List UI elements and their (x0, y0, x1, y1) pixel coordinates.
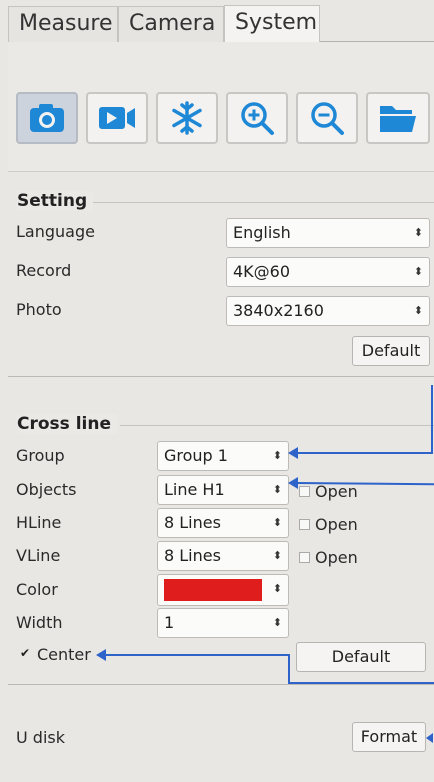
color-swatch (164, 579, 262, 601)
setting-group-title: Setting (17, 191, 94, 211)
udisk-label: U disk (16, 728, 65, 747)
record-video-button[interactable] (86, 92, 148, 144)
freeze-button[interactable] (156, 92, 218, 144)
format-button[interactable]: Format (352, 722, 426, 752)
vline-open-checkbox[interactable] (299, 552, 310, 563)
center-label: Center (37, 645, 91, 664)
updown-arrow-icon: ⬍ (272, 616, 282, 629)
tab-measure[interactable]: Measure (8, 6, 118, 42)
updown-arrow-icon: ⬍ (272, 582, 282, 595)
photo-label: Photo (16, 300, 62, 319)
vline-select[interactable]: 8 Lines ⬍ (157, 541, 289, 571)
record-select[interactable]: 4K@60 ⬍ (226, 257, 430, 287)
width-select[interactable]: 1 ⬍ (157, 608, 289, 638)
width-value: 1 (164, 613, 175, 632)
vline-open-label: Open (315, 548, 358, 567)
updown-arrow-icon: ⬍ (272, 516, 282, 529)
updown-arrow-icon: ⬍ (413, 265, 423, 278)
zoom-in-icon (241, 102, 274, 135)
language-select[interactable]: English ⬍ (226, 218, 430, 248)
record-label: Record (16, 261, 72, 280)
tab-system[interactable]: System (224, 5, 320, 42)
hline-label: HLine (16, 513, 62, 532)
updown-arrow-icon: ⬍ (413, 226, 423, 239)
snowflake-icon (172, 101, 202, 135)
updown-arrow-icon: ⬍ (272, 483, 282, 496)
vline-label: VLine (16, 546, 61, 565)
hline-value: 8 Lines (164, 513, 221, 532)
center-checkbox[interactable]: ✔ (20, 647, 31, 659)
width-label: Width (16, 613, 63, 632)
photo-value: 3840x2160 (233, 301, 324, 320)
section-divider (8, 376, 434, 377)
group-label: Group (16, 446, 65, 465)
objects-label: Objects (16, 480, 77, 499)
zoom-in-button[interactable] (226, 92, 288, 144)
setting-group-border (90, 202, 434, 203)
video-camera-icon (99, 107, 135, 129)
language-value: English (233, 223, 291, 242)
zoom-out-button[interactable] (296, 92, 358, 144)
objects-value: Line H1 (164, 480, 225, 499)
capture-photo-button[interactable] (16, 92, 78, 144)
hline-select[interactable]: 8 Lines ⬍ (157, 508, 289, 538)
zoom-out-icon (311, 102, 344, 135)
tab-camera[interactable]: Camera (118, 6, 224, 42)
vline-value: 8 Lines (164, 546, 221, 565)
group-value: Group 1 (164, 446, 228, 465)
objects-open-label: Open (315, 482, 358, 501)
folder-icon (380, 106, 416, 132)
updown-arrow-icon: ⬍ (272, 549, 282, 562)
hline-open-label: Open (315, 515, 358, 534)
group-select[interactable]: Group 1 ⬍ (157, 441, 289, 471)
setting-default-button[interactable]: Default (352, 336, 430, 366)
color-label: Color (16, 580, 58, 599)
photo-select[interactable]: 3840x2160 ⬍ (226, 296, 430, 326)
color-select[interactable]: ⬍ (157, 574, 289, 606)
hline-open-checkbox[interactable] (299, 519, 310, 530)
updown-arrow-icon: ⬍ (272, 449, 282, 462)
language-label: Language (16, 222, 95, 241)
tab-bar: Measure Camera System (8, 4, 434, 42)
objects-open-checkbox[interactable] (299, 486, 310, 497)
open-folder-button[interactable] (366, 92, 430, 144)
record-value: 4K@60 (233, 262, 291, 281)
updown-arrow-icon: ⬍ (413, 304, 423, 317)
camera-icon (30, 104, 64, 132)
section-divider (8, 684, 434, 685)
crossline-group-border (120, 425, 434, 426)
objects-select[interactable]: Line H1 ⬍ (157, 475, 289, 505)
toolbar (8, 42, 434, 172)
crossline-default-button[interactable]: Default (296, 642, 426, 672)
crossline-group-title: Cross line (17, 414, 117, 434)
